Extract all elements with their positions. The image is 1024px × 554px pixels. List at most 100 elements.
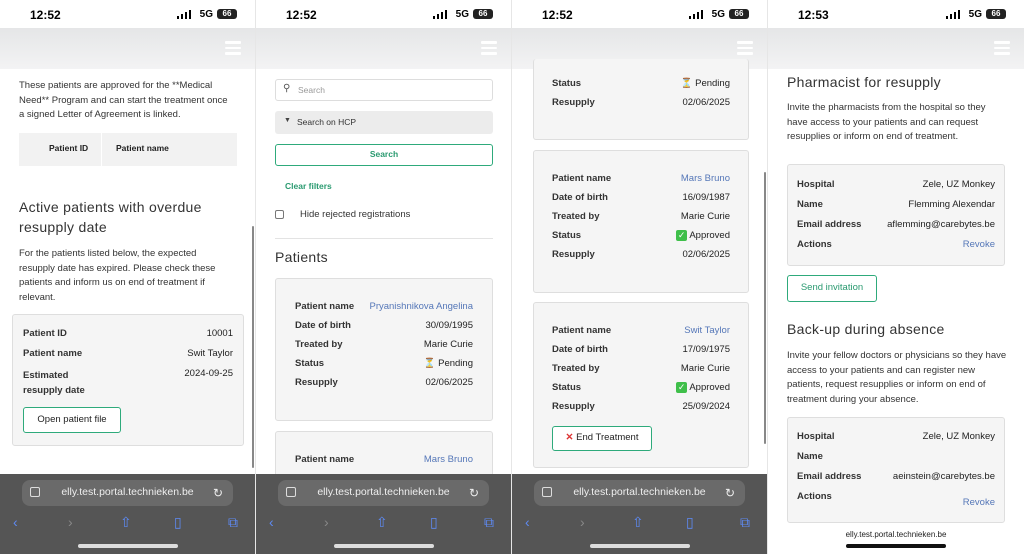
home-indicator (78, 544, 178, 548)
backup-title: Back-up during absence (787, 321, 945, 337)
phone-screen-2: 12:52 5G 66 ⚲ Search ▼ Search on HCP Sea… (256, 0, 512, 554)
status-bar: 12:53 5G 66 (768, 0, 1024, 28)
browser-bar: elly.test.portal.technieken.be ↻ ‹ › ⇧ ▯… (512, 474, 767, 554)
estimated-resupply-label: Estimated resupply date (23, 368, 85, 398)
overdue-patient-card: Patient ID 10001 Patient name Swit Taylor … (12, 314, 244, 446)
name-label: Name (797, 451, 823, 462)
scrollbar[interactable] (764, 172, 766, 444)
search-button[interactable]: Search (275, 144, 493, 166)
network-label: 5G (199, 9, 213, 20)
treated-by-value: Marie Curie (423, 339, 473, 350)
close-icon: ✕ (565, 432, 574, 443)
patient-card: Patient name Mars Bruno Date of birth 16/0… (533, 150, 749, 293)
bookmarks-icon[interactable]: ▯ (174, 514, 182, 531)
network-label: 5G (711, 9, 725, 20)
hamburger-menu-icon[interactable] (481, 41, 497, 55)
url-text: elly.test.portal.technieken.be (61, 486, 194, 498)
open-patient-file-button[interactable]: Open patient file (23, 407, 121, 433)
patient-name-label: Patient name (552, 325, 612, 336)
phone-screen-4: 12:53 5G 66 Pharmacist for resupply Invi… (768, 0, 1024, 554)
status-label: Status (552, 382, 582, 393)
dob-label: Date of birth (552, 344, 608, 355)
patient-name-label: Patient name (552, 173, 612, 184)
battery-icon: 66 (217, 9, 237, 19)
url-field[interactable]: elly.test.portal.technieken.be ↻ (534, 480, 745, 506)
app-header (256, 28, 511, 69)
revoke-link[interactable]: Revoke (963, 497, 995, 508)
clear-filters-link[interactable]: Clear filters (285, 181, 332, 191)
bookmarks-icon[interactable]: ▯ (686, 514, 694, 531)
scrollbar[interactable] (252, 226, 254, 468)
end-treatment-label: End Treatment (576, 432, 639, 443)
patient-name-link[interactable]: Mars Bruno (424, 454, 473, 465)
revoke-link[interactable]: Revoke (963, 239, 995, 250)
send-invitation-button[interactable]: Send invitation (787, 275, 877, 302)
tabs-icon[interactable]: ⧉ (484, 514, 494, 531)
share-icon[interactable]: ⇧ (632, 514, 644, 531)
battery-icon: 66 (729, 9, 749, 19)
signal-icon (688, 10, 703, 19)
status-text: Pending (438, 358, 473, 369)
hamburger-menu-icon[interactable] (994, 41, 1010, 55)
url-field[interactable]: elly.test.portal.technieken.be ↻ (278, 480, 489, 506)
share-icon[interactable]: ⇧ (120, 514, 132, 531)
actions-label: Actions (797, 239, 832, 250)
back-icon[interactable]: ‹ (525, 514, 530, 530)
back-icon[interactable]: ‹ (269, 514, 274, 530)
browser-nav: ‹ › ⇧ ▯ ⧉ (256, 514, 511, 530)
patient-name-value: Swit Taylor (187, 348, 233, 359)
bookmarks-icon[interactable]: ▯ (430, 514, 438, 531)
email-label: Email address (797, 219, 862, 230)
approved-description: These patients are approved for the **Me… (19, 80, 228, 120)
battery-icon: 66 (986, 9, 1006, 19)
resupply-value: 02/06/2025 (682, 97, 730, 108)
overdue-section-title: Active patients with overdue resupply da… (19, 199, 202, 235)
status-label: Status (552, 78, 582, 89)
battery-icon: 66 (473, 9, 493, 19)
patient-name-link[interactable]: Pryanishnikova Angelina (369, 301, 473, 312)
hide-rejected-label: Hide rejected registrations (300, 209, 411, 220)
home-indicator (334, 544, 434, 548)
signal-icon (432, 10, 447, 19)
treated-by-value: Marie Curie (680, 363, 730, 374)
browser-bar-compact: elly.test.portal.technieken.be (768, 524, 1024, 554)
status-text: Pending (695, 78, 730, 89)
url-field[interactable]: elly.test.portal.technieken.be ↻ (22, 480, 233, 506)
patient-name-link[interactable]: Swit Taylor (684, 325, 730, 336)
name-label: Name (797, 199, 823, 210)
hide-rejected-checkbox[interactable] (275, 210, 284, 219)
name-value: Flemming Alexendar (908, 199, 995, 210)
caret-down-icon: ▼ (284, 117, 291, 124)
overdue-description: For the patients listed below, the expec… (19, 248, 216, 303)
search-hcp-dropdown[interactable]: ▼ Search on HCP (275, 111, 493, 134)
hamburger-menu-icon[interactable] (737, 41, 753, 55)
url-text[interactable]: elly.test.portal.technieken.be (768, 530, 1024, 539)
forward-icon[interactable]: › (324, 514, 329, 530)
email-label: Email address (797, 471, 862, 482)
reload-icon[interactable]: ↻ (725, 486, 735, 500)
forward-icon[interactable]: › (68, 514, 73, 530)
hospital-label: Hospital (797, 179, 835, 190)
status-label: Status (552, 230, 582, 241)
estimated-label-line2: resupply date (23, 385, 85, 396)
patient-card: Status ⏳ Pending Resupply 02/06/2025 (533, 59, 749, 140)
end-treatment-button[interactable]: ✕ End Treatment (552, 426, 652, 451)
backup-card: Hospital Zele, UZ Monkey Name Email addre… (787, 417, 1005, 523)
search-icon: ⚲ (283, 83, 291, 94)
search-input[interactable]: ⚲ Search (275, 79, 493, 101)
column-patient-id: Patient ID (49, 143, 89, 153)
back-icon[interactable]: ‹ (13, 514, 18, 530)
reload-icon[interactable]: ↻ (213, 486, 223, 500)
tabs-icon[interactable]: ⧉ (740, 514, 750, 531)
patient-name-label: Patient name (295, 301, 355, 312)
reload-icon[interactable]: ↻ (469, 486, 479, 500)
patients-table-header: Patient ID Patient name (19, 133, 237, 166)
status-value: ✓ Approved (676, 230, 730, 241)
share-icon[interactable]: ⇧ (376, 514, 388, 531)
status-text: Approved (689, 382, 730, 393)
browser-bar: elly.test.portal.technieken.be ↻ ‹ › ⇧ ▯… (256, 474, 511, 554)
tabs-icon[interactable]: ⧉ (228, 514, 238, 531)
hamburger-menu-icon[interactable] (225, 41, 241, 55)
forward-icon[interactable]: › (580, 514, 585, 530)
patient-name-link[interactable]: Mars Bruno (681, 173, 730, 184)
